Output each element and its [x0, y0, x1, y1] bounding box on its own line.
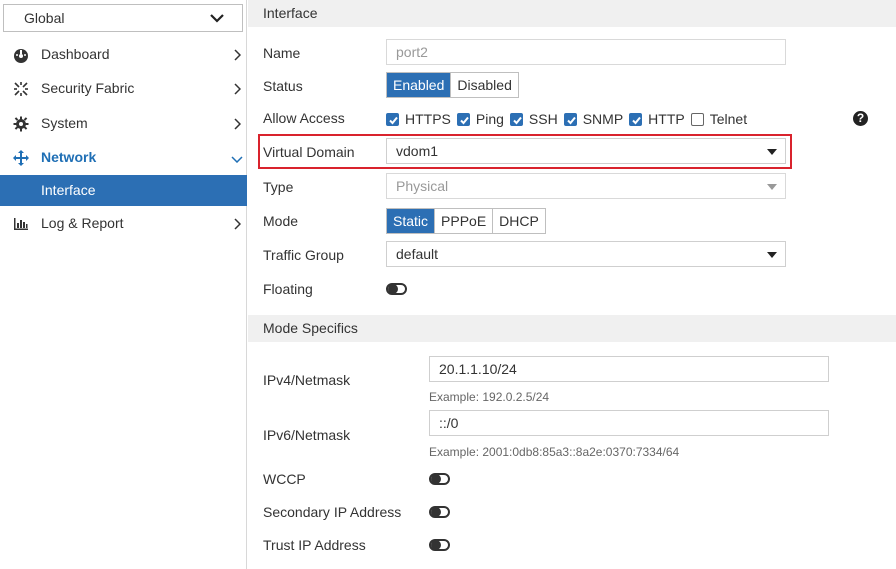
sidebar-item-label: Dashboard: [41, 46, 110, 62]
dashboard-icon: [14, 49, 28, 63]
ipv6-label: IPv6/Netmask: [263, 427, 351, 443]
chevron-down-icon: [231, 156, 243, 163]
http-checkbox[interactable]: HTTP: [629, 111, 685, 127]
sidebar-item-label: System: [41, 115, 88, 131]
wccp-label: WCCP: [263, 471, 306, 487]
sidebar-subitem-interface[interactable]: Interface: [0, 175, 247, 206]
traffic-group-label: Traffic Group: [263, 247, 344, 263]
sidebar-item-label: Log & Report: [41, 215, 124, 231]
ping-checkbox[interactable]: Ping: [456, 111, 504, 127]
name-field[interactable]: port2: [386, 39, 786, 65]
ping-checkbox-label: Ping: [475, 111, 504, 127]
mode-dhcp-button[interactable]: DHCP: [492, 209, 545, 233]
toggle-knob: [431, 474, 441, 484]
snmp-checkbox-label: SNMP: [582, 111, 624, 127]
type-value: Physical: [396, 178, 449, 194]
secondary-ip-toggle[interactable]: [429, 506, 450, 518]
sidebar-item-dashboard[interactable]: Dashboard: [0, 39, 247, 71]
caret-down-icon: [767, 184, 777, 190]
mode-label: Mode: [263, 213, 299, 229]
ipv4-label: IPv4/Netmask: [263, 372, 351, 388]
mode-static-button[interactable]: Static: [387, 209, 435, 233]
chevron-down-icon: [210, 14, 224, 23]
checkbox-checked-icon: [456, 112, 470, 126]
ipv6-hint: Example: 2001:0db8:85a3::8a2e:0370:7334/…: [429, 445, 680, 459]
ipv6-input[interactable]: ::/0: [429, 410, 829, 436]
bar-chart-icon: [14, 218, 28, 230]
ipv6-value: ::/0: [439, 415, 459, 431]
vdom-selector-label: Global: [24, 10, 65, 26]
checkbox-checked-icon: [509, 112, 523, 126]
ssh-checkbox-label: SSH: [528, 111, 558, 127]
floating-label: Floating: [263, 281, 313, 297]
traffic-group-select[interactable]: default: [386, 241, 786, 267]
interface-section-header: Interface: [248, 0, 896, 27]
trust-ip-label: Trust IP Address: [263, 537, 366, 553]
status-toggle: Enabled Disabled: [386, 72, 519, 98]
sidebar-item-log-report[interactable]: Log & Report: [0, 208, 247, 240]
sidebar-item-security-fabric[interactable]: Security Fabric: [0, 73, 247, 105]
allow-access-checkboxes: HTTPS Ping SSH SNMP HTTP Telnet: [386, 110, 753, 128]
sidebar-item-label: Network: [41, 149, 97, 165]
chevron-right-icon: [234, 118, 241, 130]
security-fabric-icon: [14, 82, 28, 96]
mode-specifics-section-header: Mode Specifics: [248, 315, 896, 342]
traffic-group-value: default: [396, 246, 439, 262]
help-icon[interactable]: ?: [853, 111, 868, 126]
ipv4-input[interactable]: 20.1.1.10/24: [429, 356, 829, 382]
caret-down-icon: [767, 252, 777, 258]
ipv4-value: 20.1.1.10/24: [439, 361, 517, 377]
wccp-toggle[interactable]: [429, 473, 450, 485]
sidebar-item-network[interactable]: Network: [0, 142, 247, 174]
chevron-right-icon: [234, 49, 241, 61]
telnet-checkbox[interactable]: Telnet: [690, 111, 748, 127]
chevron-right-icon: [234, 218, 241, 230]
network-icon: [13, 150, 29, 166]
status-label: Status: [263, 78, 303, 94]
telnet-checkbox-label: Telnet: [709, 111, 748, 127]
sidebar: Global Dashboard Security Fabric System …: [0, 0, 247, 569]
status-disabled-button[interactable]: Disabled: [450, 73, 518, 97]
name-label: Name: [263, 45, 301, 61]
snmp-checkbox[interactable]: SNMP: [563, 111, 624, 127]
https-checkbox[interactable]: HTTPS: [386, 111, 451, 127]
checkbox-checked-icon: [629, 112, 643, 126]
gear-icon: [13, 116, 29, 132]
type-select[interactable]: Physical: [386, 173, 786, 199]
mode-toggle: Static PPPoE DHCP: [386, 208, 546, 234]
toggle-knob: [431, 540, 441, 550]
section-title: Mode Specifics: [263, 320, 358, 336]
secondary-ip-label: Secondary IP Address: [263, 504, 402, 520]
ipv4-hint: Example: 192.0.2.5/24: [429, 390, 550, 404]
sidebar-subitem-label: Interface: [41, 182, 96, 198]
name-value: port2: [396, 44, 428, 60]
sidebar-item-label: Security Fabric: [41, 80, 135, 96]
chevron-right-icon: [234, 83, 241, 95]
allow-access-label: Allow Access: [263, 110, 345, 126]
checkbox-checked-icon: [563, 112, 577, 126]
checkbox-unchecked-icon: [690, 112, 704, 126]
mode-pppoe-button[interactable]: PPPoE: [434, 209, 493, 233]
type-label: Type: [263, 179, 294, 195]
floating-toggle[interactable]: [386, 283, 407, 295]
trust-ip-toggle[interactable]: [429, 539, 450, 551]
sidebar-item-system[interactable]: System: [0, 108, 247, 140]
https-checkbox-label: HTTPS: [405, 111, 451, 127]
ssh-checkbox[interactable]: SSH: [509, 111, 558, 127]
http-checkbox-label: HTTP: [648, 111, 685, 127]
status-enabled-button[interactable]: Enabled: [387, 73, 451, 97]
toggle-knob: [431, 507, 441, 517]
checkbox-checked-icon: [386, 112, 399, 126]
highlight-box: [258, 134, 792, 169]
toggle-knob: [388, 284, 398, 294]
vdom-selector[interactable]: Global: [3, 4, 243, 32]
section-title: Interface: [263, 5, 318, 21]
